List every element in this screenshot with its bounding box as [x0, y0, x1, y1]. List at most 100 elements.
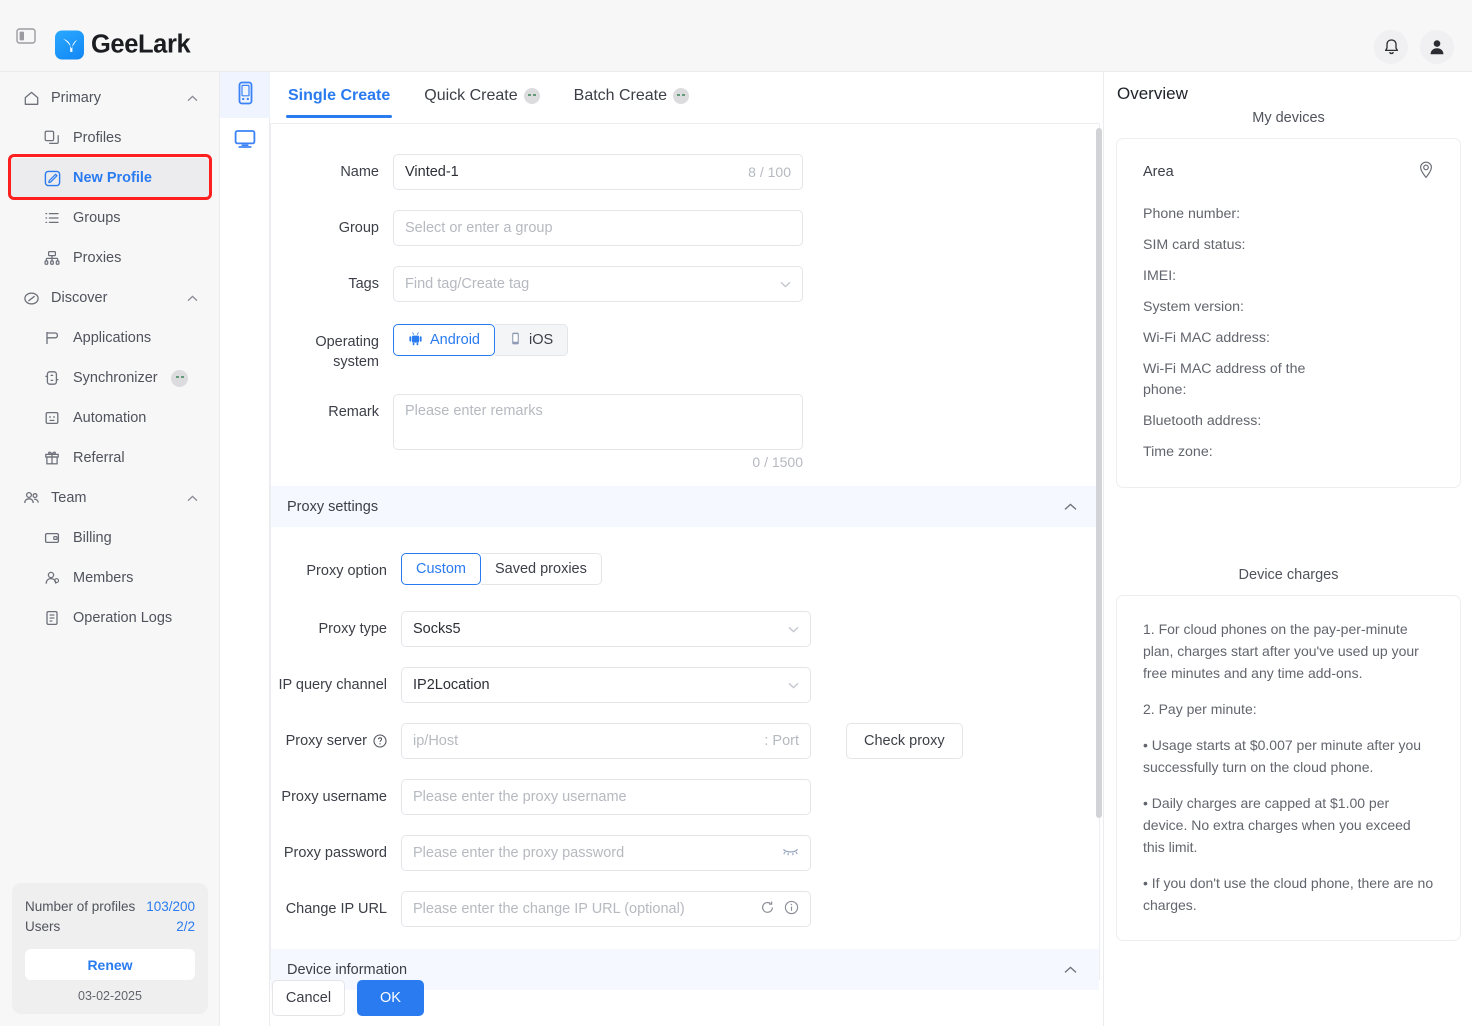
sidebar-item-profiles[interactable]: Profiles — [8, 118, 210, 158]
sidebar-item-automation[interactable]: Automation — [8, 398, 210, 438]
charge-paragraph: • Usage starts at $0.007 per minute afte… — [1143, 737, 1422, 775]
main-panel: Single Create Quick Create Batch Create … — [270, 72, 1100, 1026]
tab-batch-create[interactable]: Batch Create — [572, 72, 691, 117]
change-ip-url-input[interactable]: Please enter the change IP URL (optional… — [401, 891, 811, 927]
proxy-username-input[interactable]: Please enter the proxy username — [401, 779, 811, 815]
ok-button[interactable]: OK — [357, 980, 424, 1016]
proxy-type-select[interactable]: Socks5 — [401, 611, 811, 647]
sidebar-item-label: New Profile — [73, 170, 152, 186]
rail-item-phone[interactable] — [220, 72, 270, 118]
sidebar-group-team[interactable]: Team — [0, 478, 220, 518]
charge-paragraph: 2. Pay per minute: — [1143, 701, 1257, 717]
chevron-up-icon[interactable] — [1064, 962, 1077, 978]
main-scrollbar[interactable] — [1096, 128, 1102, 818]
name-input[interactable]: Vinted-1 8 / 100 — [393, 154, 803, 190]
sidebar-item-proxies[interactable]: Proxies — [8, 238, 210, 278]
group-placeholder: Select or enter a group — [405, 220, 553, 236]
proxy-option-segmented-control: Custom Saved proxies — [401, 553, 602, 585]
name-value: Vinted-1 — [405, 164, 459, 180]
tab-single-create[interactable]: Single Create — [286, 72, 393, 118]
field-row-proxy-type: Proxy type Socks5 — [271, 611, 1099, 647]
proxy-password-placeholder: Please enter the proxy password — [413, 845, 625, 861]
sidebar-group-discover[interactable]: Discover — [0, 278, 220, 318]
sidebar-item-label: Applications — [73, 330, 152, 346]
group-input[interactable]: Select or enter a group — [393, 210, 803, 246]
sidebar-item-billing[interactable]: Billing — [8, 518, 210, 558]
sidebar-item-referral[interactable]: Referral — [8, 438, 210, 478]
proxy-option-saved[interactable]: Saved proxies — [480, 553, 602, 585]
header-actions — [1374, 30, 1454, 64]
refresh-icon[interactable] — [760, 900, 775, 919]
renew-button[interactable]: Renew — [25, 949, 195, 980]
create-mode-tabs: Single Create Quick Create Batch Create — [270, 72, 1100, 124]
members-icon — [43, 569, 61, 587]
chevron-up-icon[interactable] — [1064, 499, 1077, 515]
section-header-proxy-settings[interactable]: Proxy settings — [271, 486, 1099, 527]
profiles-count-label: Number of profiles — [25, 899, 136, 914]
section-title: Proxy settings — [287, 498, 379, 515]
rail-item-desktop[interactable] — [220, 118, 270, 164]
proxy-server-port-placeholder: : Port — [764, 733, 799, 749]
ip-query-channel-select[interactable]: IP2Location — [401, 667, 811, 703]
charge-paragraph: • If you don't use the cloud phone, ther… — [1143, 875, 1434, 913]
proxy-server-host-placeholder: ip/Host — [413, 733, 459, 749]
eye-off-icon[interactable] — [782, 845, 799, 861]
home-icon — [22, 89, 40, 107]
os-label: Operating system — [315, 334, 379, 370]
sidebar-item-label: Groups — [73, 210, 121, 226]
info-sim-card-status: SIM card status: — [1143, 237, 1246, 253]
device-charges-caption: Device charges — [1238, 567, 1339, 583]
sidebar-collapse-icon[interactable] — [16, 27, 36, 45]
info-circle-icon[interactable] — [784, 900, 799, 919]
bell-icon[interactable] — [1374, 30, 1408, 64]
tab-quick-create[interactable]: Quick Create — [422, 72, 541, 117]
chevron-up-icon[interactable] — [187, 290, 198, 306]
location-pin-icon[interactable] — [1418, 161, 1434, 183]
field-row-remark: Remark Please enter remarks 0 / 1500 — [271, 394, 1099, 470]
proxy-type-label: Proxy type — [318, 621, 388, 637]
compass-icon — [22, 289, 40, 307]
team-icon — [22, 489, 40, 507]
brand-name: GeeLark — [91, 30, 191, 59]
my-devices-caption: My devices — [1252, 110, 1325, 126]
charge-paragraph: • Daily charges are capped at $1.00 per … — [1143, 795, 1411, 855]
sidebar-badge-icon — [171, 369, 188, 387]
cancel-button[interactable]: Cancel — [272, 980, 345, 1016]
proxy-server-label-text: Proxy server — [285, 733, 367, 749]
proxy-username-placeholder: Please enter the proxy username — [413, 789, 627, 805]
os-option-label: iOS — [528, 332, 554, 348]
tags-select[interactable]: Find tag/Create tag — [393, 266, 803, 302]
remark-textarea[interactable]: Please enter remarks — [393, 394, 803, 450]
os-option-ios[interactable]: iOS — [494, 324, 569, 356]
sidebar-item-groups[interactable]: Groups — [8, 198, 210, 238]
sidebar-group-primary[interactable]: Primary — [0, 78, 220, 118]
proxy-server-input[interactable]: ip/Host : Port — [401, 723, 811, 759]
sidebar-item-members[interactable]: Members — [8, 558, 210, 598]
check-proxy-button[interactable]: Check proxy — [846, 723, 963, 759]
proxy-option-custom[interactable]: Custom — [401, 553, 481, 585]
sidebar-item-new-profile[interactable]: New Profile — [8, 158, 210, 198]
tab-label: Batch Create — [573, 87, 668, 104]
ip-query-channel-value: IP2Location — [413, 677, 490, 693]
proxy-option-label-text: Saved proxies — [494, 561, 587, 577]
question-circle-icon[interactable] — [373, 734, 387, 748]
create-form: Name Vinted-1 8 / 100 Group Select or en… — [270, 124, 1100, 990]
sidebar-group-label: Discover — [51, 290, 108, 306]
sidebar-item-applications[interactable]: Applications — [8, 318, 210, 358]
profiles-count-value: 103/200 — [146, 899, 195, 914]
sidebar-item-operation-logs[interactable]: Operation Logs — [8, 598, 210, 638]
proxy-password-input[interactable]: Please enter the proxy password — [401, 835, 811, 871]
chevron-up-icon[interactable] — [187, 490, 198, 506]
subscription-card: Number of profiles 103/200 Users 2/2 Ren… — [12, 883, 208, 1014]
dialog-footer: Cancel OK — [270, 980, 424, 1016]
user-avatar-icon[interactable] — [1420, 30, 1454, 64]
info-wifi-mac-address: Wi-Fi MAC address: — [1143, 330, 1270, 346]
tab-label: Quick Create — [424, 87, 518, 104]
sidebar-item-synchronizer[interactable]: Synchronizer — [8, 358, 210, 398]
proxies-icon — [43, 249, 61, 267]
field-row-name: Name Vinted-1 8 / 100 — [271, 154, 1099, 190]
os-option-android[interactable]: Android — [393, 324, 495, 356]
chevron-up-icon[interactable] — [187, 90, 198, 106]
info-time-zone: Time zone: — [1143, 444, 1213, 460]
info-system-version: System version: — [1143, 299, 1244, 315]
